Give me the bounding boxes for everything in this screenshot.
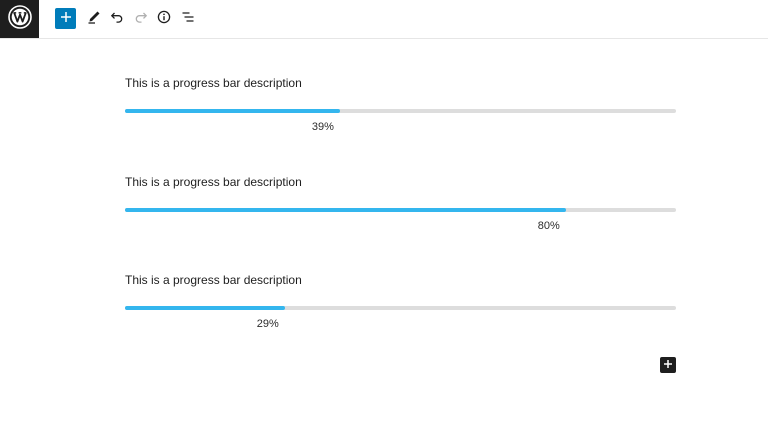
progress-bar-track (125, 306, 676, 310)
progress-bar-fill (125, 109, 340, 113)
progress-bar-description[interactable]: This is a progress bar description (125, 175, 676, 189)
redo-icon (134, 10, 148, 29)
list-view-icon (181, 10, 195, 29)
plus-icon (60, 10, 72, 28)
editor-canvas: This is a progress bar description 39% T… (0, 39, 768, 437)
progress-bar-block[interactable]: This is a progress bar description 80% (125, 175, 676, 232)
add-block-button[interactable] (55, 8, 76, 29)
details-button[interactable] (153, 8, 175, 30)
info-icon (157, 10, 171, 29)
progress-bar-value: 80% (537, 220, 560, 232)
progress-bar-block[interactable]: This is a progress bar description 29% (125, 273, 676, 330)
edit-tools-button[interactable] (83, 8, 105, 30)
undo-icon (110, 10, 124, 29)
redo-button[interactable] (130, 8, 152, 30)
progress-bar-block[interactable]: This is a progress bar description 39% (125, 76, 676, 133)
progress-bar-fill (125, 306, 285, 310)
wordpress-logo-icon (7, 4, 32, 34)
list-view-button[interactable] (177, 8, 199, 30)
progress-bar-fill (125, 208, 566, 212)
block-inserter-button[interactable] (660, 357, 676, 373)
undo-button[interactable] (106, 8, 128, 30)
editor-toolbar (0, 0, 768, 39)
progress-bar-value: 39% (311, 121, 334, 133)
progress-bar-value: 29% (256, 318, 279, 330)
wordpress-logo-button[interactable] (0, 0, 39, 38)
progress-bar-description[interactable]: This is a progress bar description (125, 76, 676, 90)
progress-bar-track (125, 208, 676, 212)
plus-icon (663, 356, 673, 374)
progress-bar-track (125, 109, 676, 113)
pencil-icon (87, 10, 101, 29)
progress-bar-description[interactable]: This is a progress bar description (125, 273, 676, 287)
